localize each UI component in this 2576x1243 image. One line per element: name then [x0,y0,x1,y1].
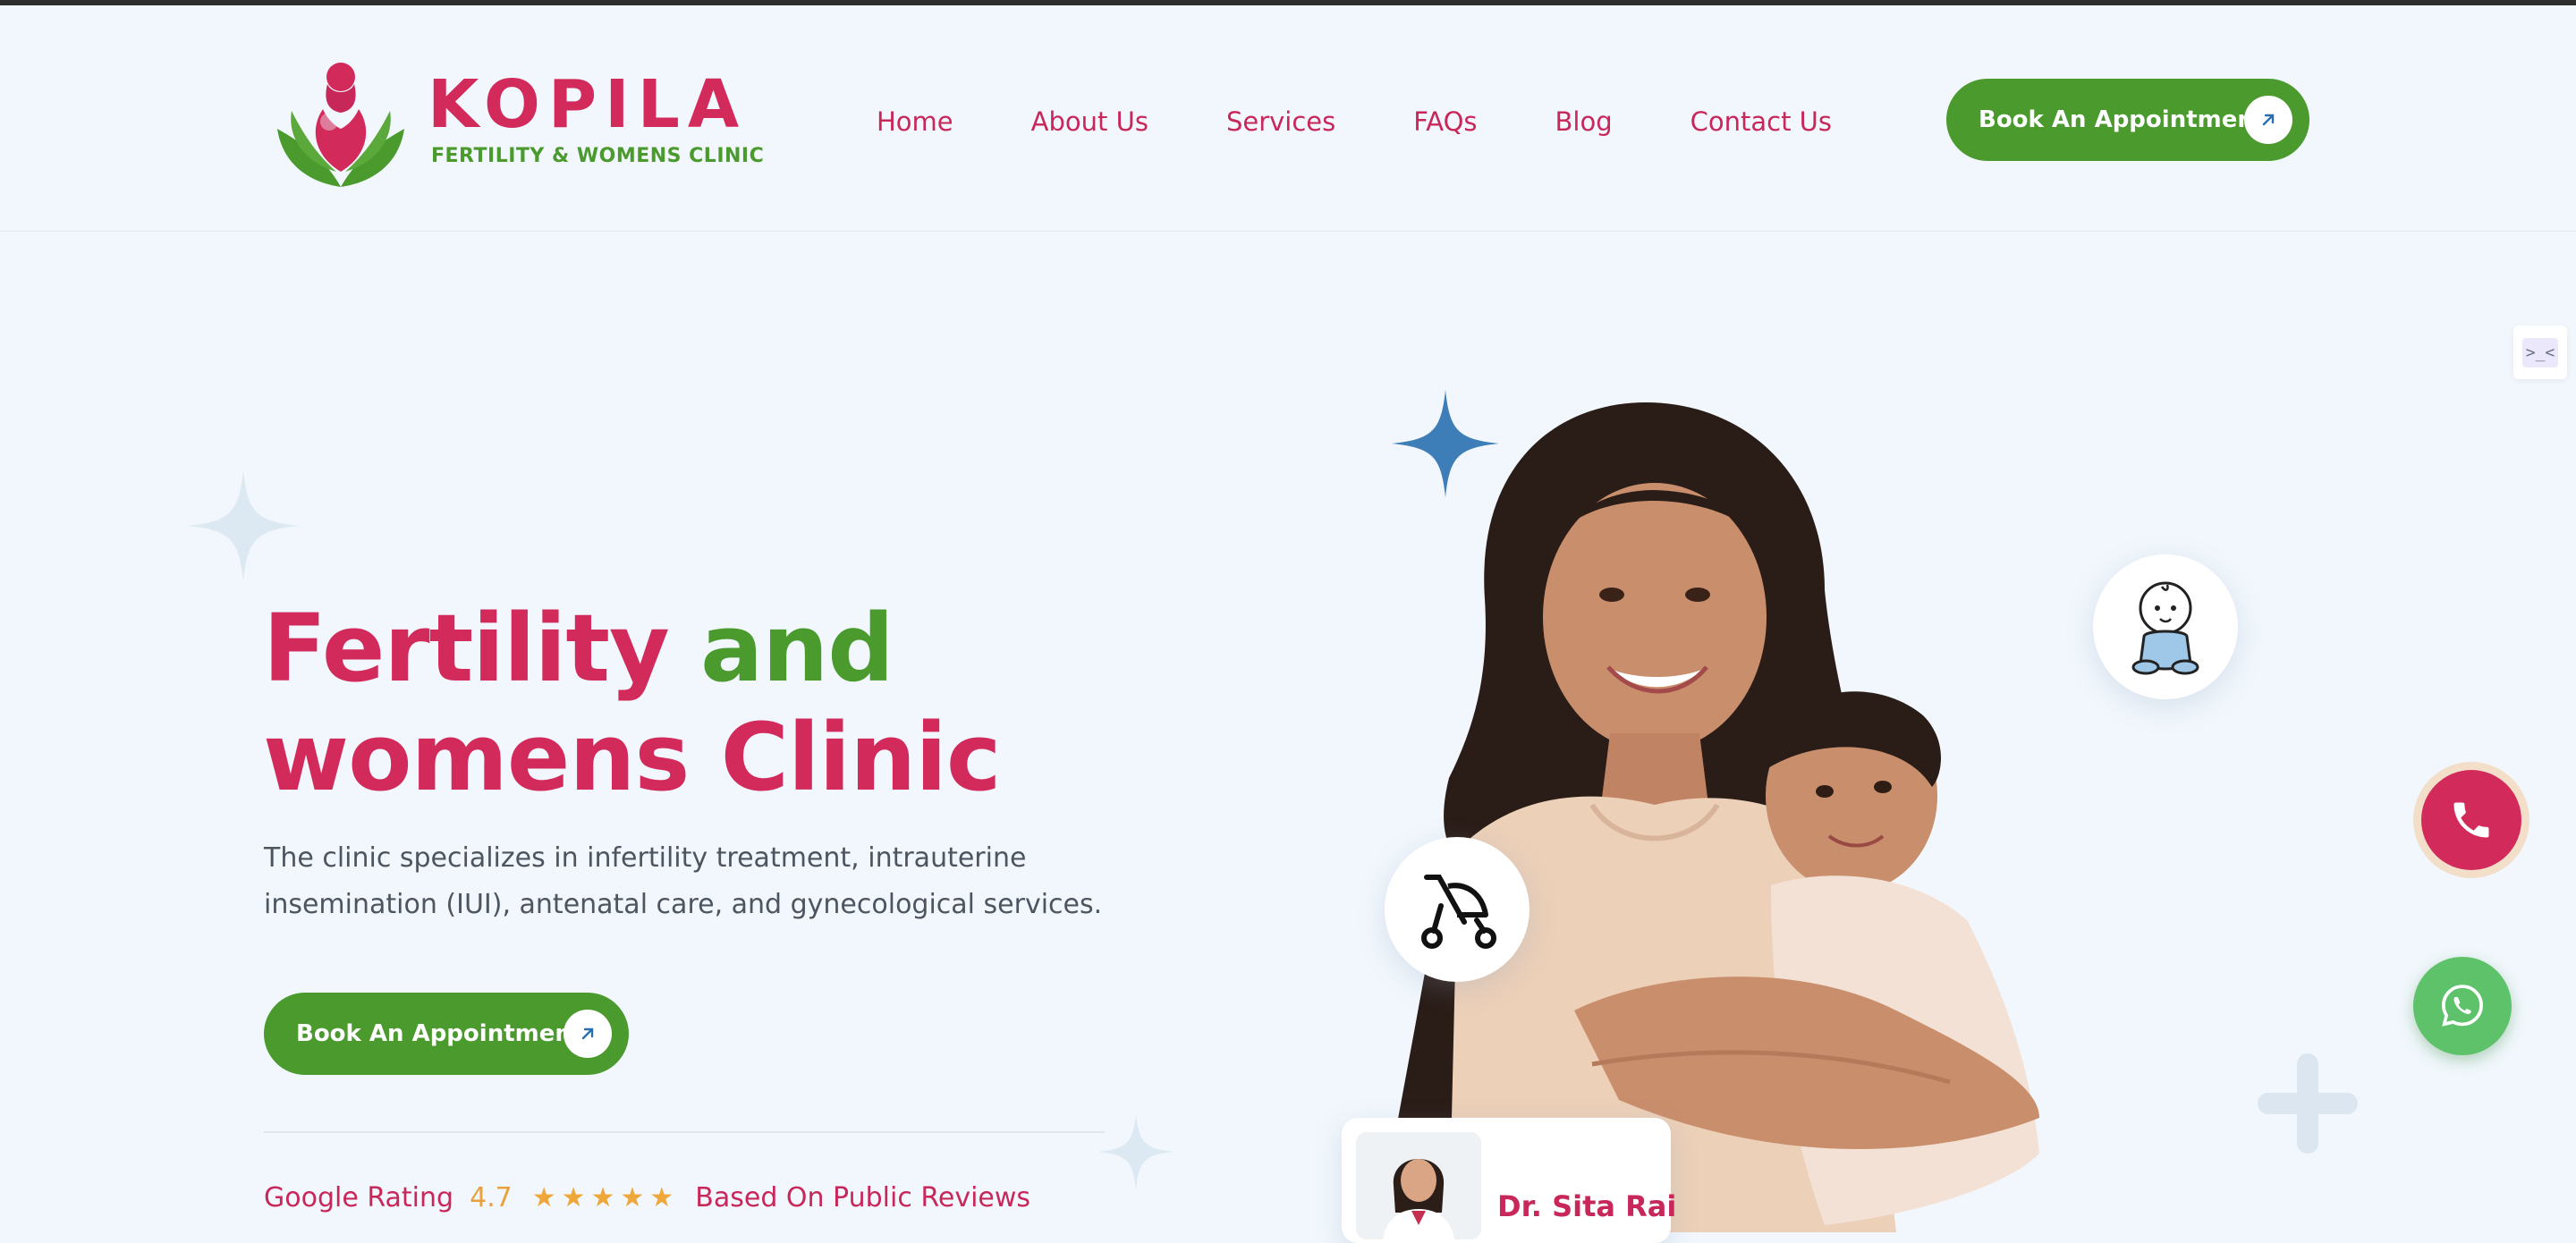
nav-home[interactable]: Home [877,100,953,143]
rating-label: Google Rating [264,1182,454,1213]
hero-title: Fertility and womens Clinic [263,594,1157,812]
whatsapp-icon [2442,985,2483,1027]
side-widget-label: >_< [2521,337,2559,368]
header-book-appointment-button[interactable]: Book An Appointment [1946,79,2309,161]
stroller-icon [1421,875,1496,949]
nav-blog[interactable]: Blog [1555,100,1613,143]
google-rating: Google Rating 4.7 ★★★★★ Based On Public … [264,1182,1030,1213]
nav-about-us[interactable]: About Us [1031,100,1148,143]
hero-title-part2: and [700,594,894,703]
brand-tagline: FERTILITY & WOMENS CLINIC [431,145,765,167]
arrow-up-right-icon [2244,96,2292,144]
brand-name: KOPILA [428,66,748,143]
stroller-icon-badge [1385,837,1530,982]
logo-mark-icon [277,63,404,187]
brand-logo[interactable]: KOPILA FERTILITY & WOMENS CLINIC [274,57,764,191]
hero-book-appointment-button[interactable]: Book An Appointment [264,993,629,1075]
arrow-up-right-icon [564,1010,612,1058]
plus-decoration-icon [2258,1053,2358,1154]
nav-services[interactable]: Services [1226,100,1335,143]
rating-note: Based On Public Reviews [695,1182,1031,1213]
call-button[interactable] [2413,762,2529,878]
site-header: KOPILA FERTILITY & WOMENS CLINIC Home Ab… [0,5,2576,232]
whatsapp-button[interactable] [2413,957,2512,1055]
doctor-card[interactable]: Dr. Sita Rai [1342,1118,1676,1243]
side-widget-tab[interactable]: >_< [2513,326,2567,379]
hero-title-part3: womens Clinic [263,703,1002,812]
call-button-inner [2421,770,2521,870]
main-nav: Home About Us Services FAQs Blog Contact… [877,100,1910,143]
doctor-avatar [1356,1132,1481,1239]
baby-icon [2131,581,2199,675]
header-book-appointment-label: Book An Appointment [1979,106,2266,133]
phone-icon [2453,802,2489,838]
nav-faqs[interactable]: FAQs [1413,100,1477,143]
baby-icon-badge [2093,554,2238,699]
hero-divider [264,1131,1105,1133]
sparkle-icon [188,470,299,581]
hero-description: The clinic specializes in infertility tr… [264,842,1103,920]
nav-contact-us[interactable]: Contact Us [1690,100,1832,143]
rating-value: 4.7 [470,1182,513,1213]
sparkle-icon [1098,1114,1174,1189]
hero-title-part1: Fertility [263,594,670,703]
hero-book-appointment-label: Book An Appointment [296,1020,583,1047]
hero-mother-child-image [1377,402,2039,1232]
doctor-name: Dr. Sita Rai [1497,1189,1677,1223]
rating-stars-icon: ★★★★★ [531,1182,680,1213]
